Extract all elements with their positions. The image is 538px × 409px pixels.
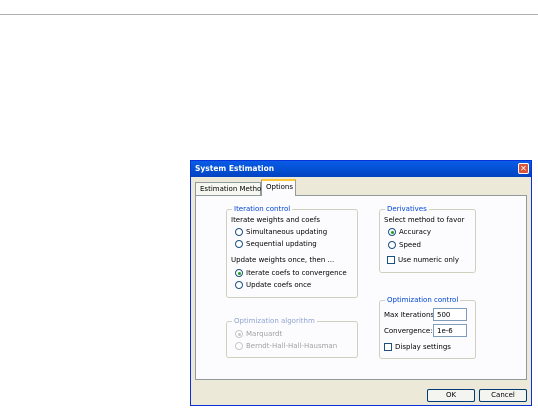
optimization-algorithm-legend: Optimization algorithm — [232, 317, 317, 325]
system-estimation-dialog: System Estimation ✕ Estimation Method Op… — [190, 160, 532, 406]
convergence-label: Convergence: — [384, 327, 433, 335]
tab-estimation-method[interactable]: Estimation Method — [195, 182, 266, 195]
update-coefs-once-radio[interactable] — [235, 281, 243, 289]
convergence-field[interactable]: 1e-6 — [433, 324, 467, 337]
iterate-coefs-radio[interactable] — [235, 269, 243, 277]
iterate-coefs-label[interactable]: Iterate coefs to convergence — [246, 269, 347, 277]
optimization-control-group: Optimization control Max Iterations: 500… — [379, 296, 476, 359]
use-numeric-only-checkbox[interactable] — [387, 256, 395, 264]
bhhh-label[interactable]: Berndt-Hall-Hall-Hausman — [246, 342, 337, 350]
display-settings-checkbox[interactable] — [384, 343, 392, 351]
optimization-algorithm-group: Optimization algorithm Marquardt Berndt-… — [226, 317, 358, 358]
marquardt-radio[interactable] — [235, 330, 243, 338]
display-settings-label[interactable]: Display settings — [395, 343, 451, 351]
derivatives-group: Derivatives Select method to favor Accur… — [379, 205, 476, 273]
bhhh-radio[interactable] — [235, 342, 243, 350]
close-icon[interactable]: ✕ — [518, 163, 529, 174]
sequential-radio[interactable] — [235, 240, 243, 248]
tab-options[interactable]: Options — [261, 179, 296, 196]
accuracy-radio[interactable] — [388, 228, 396, 236]
update-weights-once-label: Update weights once, then ... — [231, 256, 335, 264]
iteration-control-group: Iteration control Iterate weights and co… — [226, 205, 358, 298]
simultaneous-radio[interactable] — [235, 228, 243, 236]
simultaneous-label[interactable]: Simultaneous updating — [246, 228, 327, 236]
select-method-label: Select method to favor — [384, 216, 465, 224]
derivatives-legend: Derivatives — [385, 205, 429, 213]
options-panel: Iteration control Iterate weights and co… — [195, 195, 527, 380]
max-iterations-label: Max Iterations: — [384, 311, 437, 319]
speed-radio[interactable] — [388, 241, 396, 249]
optimization-control-legend: Optimization control — [385, 296, 461, 304]
dialog-title: System Estimation — [195, 164, 275, 173]
dialog-titlebar[interactable]: System Estimation ✕ — [191, 161, 531, 177]
speed-label[interactable]: Speed — [399, 241, 421, 249]
page-top-divider — [0, 14, 538, 15]
use-numeric-only-label[interactable]: Use numeric only — [398, 256, 459, 264]
accuracy-label[interactable]: Accuracy — [399, 228, 431, 236]
iterate-weights-label: Iterate weights and coefs — [231, 216, 320, 224]
iteration-control-legend: Iteration control — [232, 205, 293, 213]
max-iterations-field[interactable]: 500 — [433, 308, 467, 321]
update-coefs-once-label[interactable]: Update coefs once — [246, 281, 311, 289]
cancel-button[interactable]: Cancel — [479, 389, 527, 402]
ok-button[interactable]: OK — [427, 389, 475, 402]
marquardt-label[interactable]: Marquardt — [246, 330, 282, 338]
sequential-label[interactable]: Sequential updating — [246, 240, 317, 248]
